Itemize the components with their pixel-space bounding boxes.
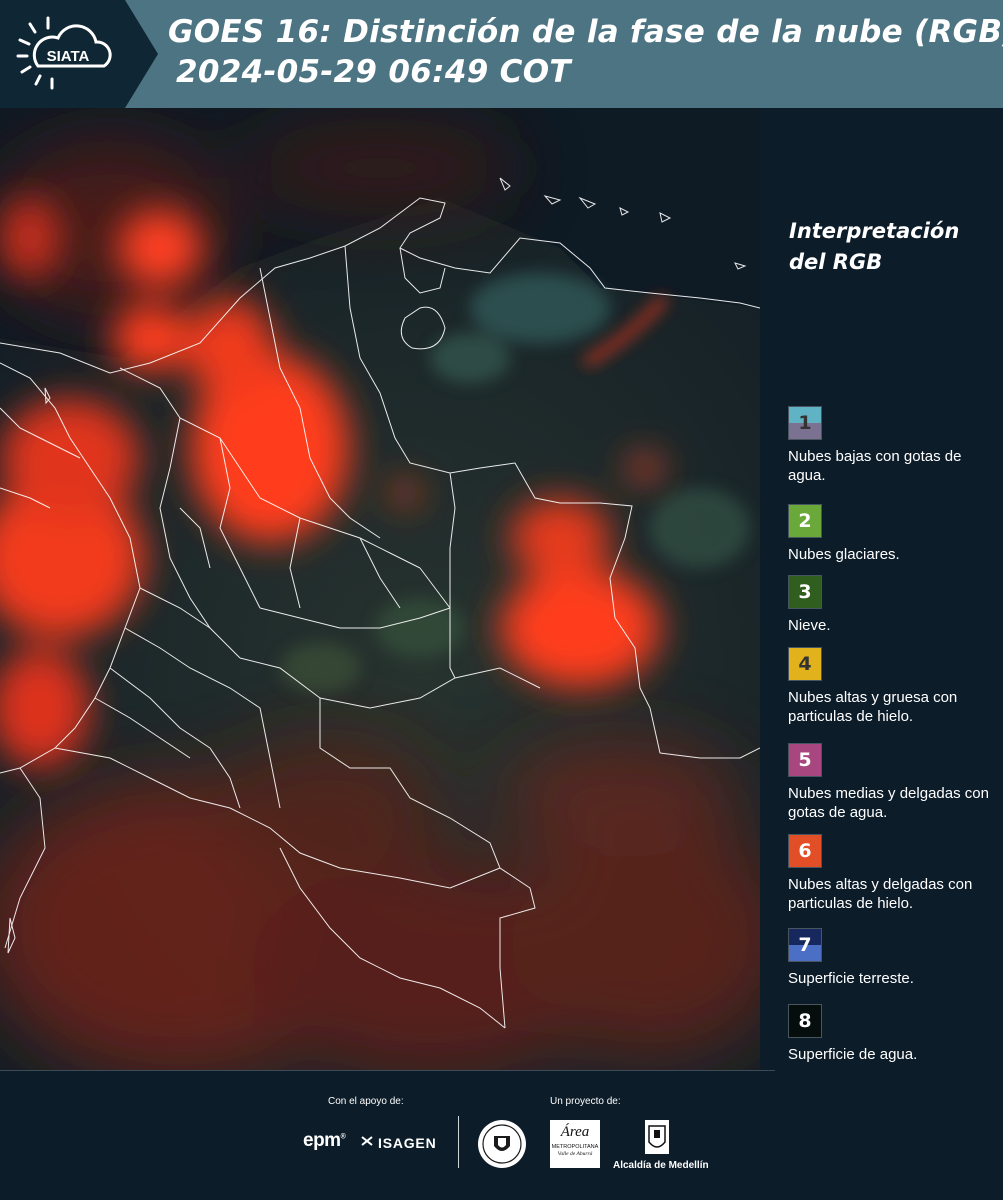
legend-number: 5 bbox=[798, 749, 812, 771]
footer-divider bbox=[458, 1116, 459, 1168]
university-seal-icon bbox=[478, 1120, 526, 1168]
legend-title: Interpretación del RGB bbox=[789, 216, 989, 278]
satellite-image bbox=[0, 108, 760, 1070]
project-caption: Un proyecto de: bbox=[550, 1096, 621, 1107]
legend-panel: Interpretación del RGB 1 Nubes bajas con … bbox=[760, 108, 1003, 1070]
siata-logo-block: SIATA bbox=[0, 0, 158, 108]
legend-number: 2 bbox=[798, 510, 812, 532]
legend-label: Nieve. bbox=[788, 617, 831, 634]
legend-number: 3 bbox=[798, 581, 812, 603]
legend-number: 7 bbox=[798, 934, 812, 956]
legend-swatch-3: 3 bbox=[788, 575, 822, 609]
legend-item-7: 7 Superficie terreste. bbox=[788, 928, 993, 988]
legend-label: Superficie de agua. bbox=[788, 1046, 918, 1063]
area-metropolitana-logo-icon: Área METROPOLITANA Valle de Aburrá bbox=[550, 1120, 600, 1168]
legend-label: Nubes bajas con gotas de agua. bbox=[788, 448, 962, 484]
legend-swatch-5: 5 bbox=[788, 743, 822, 777]
legend-label: Nubes medias y delgadas con gotas de agu… bbox=[788, 785, 989, 821]
legend-item-4: 4 Nubes altas y gruesa con particulas de … bbox=[788, 647, 993, 726]
siata-logo-icon: SIATA bbox=[16, 16, 112, 90]
legend-title-line1: Interpretación bbox=[789, 219, 960, 243]
support-caption: Con el apoyo de: bbox=[328, 1096, 404, 1107]
legend-swatch-7: 7 bbox=[788, 928, 822, 962]
legend-swatch-4: 4 bbox=[788, 647, 822, 681]
title-timestamp: 2024-05-29 06:49 COT bbox=[176, 54, 571, 90]
legend-label: Superficie terreste. bbox=[788, 970, 914, 987]
epm-logo-icon: epm® bbox=[303, 1130, 346, 1151]
legend-item-6: 6 Nubes altas y delgadas con particulas d… bbox=[788, 834, 993, 913]
legend-label: Nubes glaciares. bbox=[788, 546, 900, 563]
legend-label: Nubes altas y delgadas con particulas de… bbox=[788, 876, 973, 912]
legend-item-2: 2 Nubes glaciares. bbox=[788, 504, 993, 564]
footer-rule bbox=[0, 1070, 775, 1071]
alcaldia-text: Alcaldía de Medellín bbox=[613, 1160, 709, 1171]
area-metro-sub: METROPOLITANA bbox=[551, 1144, 599, 1150]
legend-item-3: 3 Nieve. bbox=[788, 575, 993, 635]
epm-logo-text: epm bbox=[303, 1130, 341, 1151]
isagen-mark-icon bbox=[361, 1136, 373, 1146]
area-metro-valle: Valle de Aburrá bbox=[557, 1151, 593, 1157]
legend-item-5: 5 Nubes medias y delgadas con gotas de ag… bbox=[788, 743, 993, 822]
legend-title-line2: del RGB bbox=[789, 250, 883, 274]
legend-label: Nubes altas y gruesa con particulas de h… bbox=[788, 689, 958, 725]
legend-number: 6 bbox=[798, 840, 812, 862]
isagen-logo-icon: ISAGEN bbox=[360, 1134, 436, 1151]
title-product: GOES 16: Distinción de la fase de la nub… bbox=[168, 14, 1003, 50]
footer: Con el apoyo de: Un proyecto de: epm® IS… bbox=[0, 1070, 1003, 1200]
legend-swatch-1: 1 bbox=[788, 406, 822, 440]
legend-swatch-8: 8 bbox=[788, 1004, 822, 1038]
alcaldia-medellin-logo-icon bbox=[645, 1120, 669, 1154]
satellite-map[interactable] bbox=[0, 108, 760, 1070]
siata-logo-text: SIATA bbox=[47, 48, 90, 65]
area-metro-word: Área bbox=[560, 1124, 590, 1140]
legend-swatch-6: 6 bbox=[788, 834, 822, 868]
legend-number: 4 bbox=[798, 653, 812, 675]
isagen-logo-text: ISAGEN bbox=[378, 1135, 437, 1151]
legend-item-8: 8 Superficie de agua. bbox=[788, 1004, 993, 1064]
legend-number: 1 bbox=[798, 412, 812, 434]
legend-swatch-2: 2 bbox=[788, 504, 822, 538]
legend-number: 8 bbox=[798, 1010, 812, 1032]
legend-item-1: 1 Nubes bajas con gotas de agua. bbox=[788, 406, 993, 485]
header-bar: SIATA GOES 16: Distinción de la fase de … bbox=[0, 0, 1003, 108]
